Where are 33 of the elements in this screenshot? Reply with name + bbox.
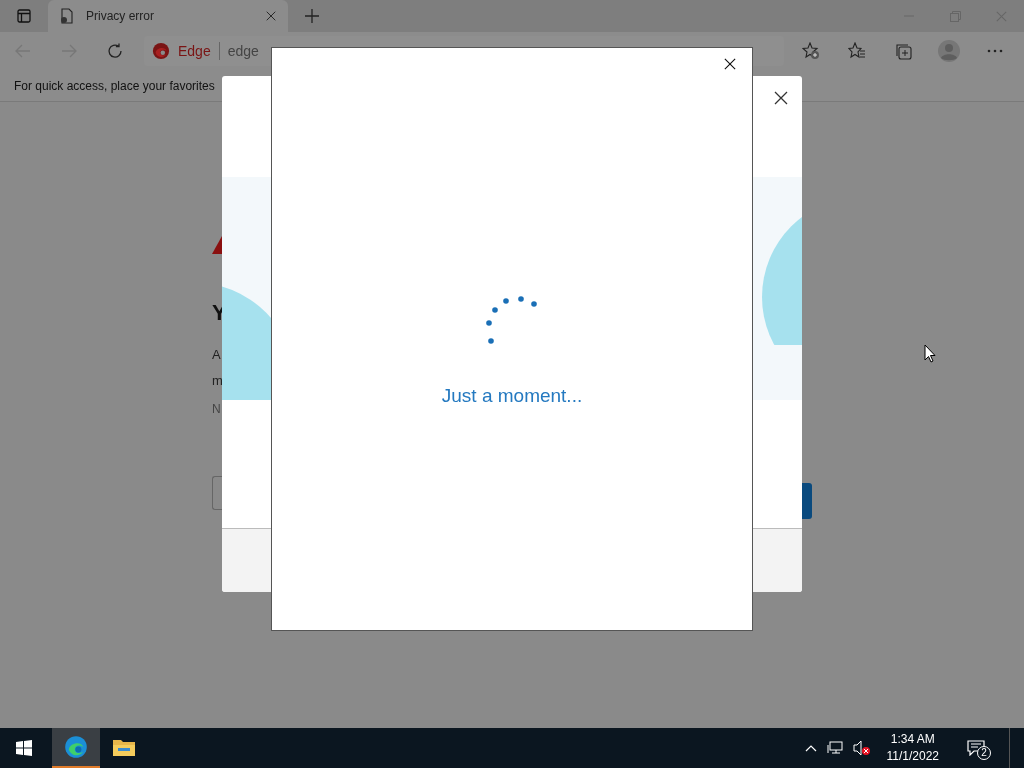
edge-logo-icon xyxy=(152,42,170,60)
address-text: edge xyxy=(227,41,259,61)
refresh-icon[interactable] xyxy=(107,43,123,59)
star-plus-icon[interactable] xyxy=(802,42,820,60)
loading-message: Just a moment... xyxy=(441,384,583,408)
tab-actions-icon[interactable] xyxy=(17,9,31,23)
tab-title: Privacy error xyxy=(86,8,155,25)
tab-close-icon[interactable] xyxy=(266,11,276,21)
clock-time: 1:34 AM xyxy=(890,731,935,748)
edge-logo-icon[interactable] xyxy=(64,735,88,759)
dialog-close-icon[interactable] xyxy=(774,91,788,105)
clock-date: 11/1/2022 xyxy=(886,748,939,765)
error-note: N xyxy=(212,401,222,418)
loading-spinner-icon xyxy=(486,296,538,344)
taskbar-app-button[interactable] xyxy=(52,728,100,768)
dialog-close-icon[interactable] xyxy=(724,58,736,70)
error-paragraph: A m xyxy=(212,346,222,390)
new-tab-icon[interactable] xyxy=(305,9,319,23)
volume-icon[interactable] xyxy=(852,740,871,756)
site-label: Edge xyxy=(178,41,211,61)
chevron-up-icon[interactable] xyxy=(804,744,817,752)
notification-icon[interactable] xyxy=(967,740,985,756)
network-icon[interactable] xyxy=(826,741,843,755)
favorites-bar-message: For quick access, place your favorites xyxy=(14,77,215,95)
mouse-cursor-icon xyxy=(924,344,936,363)
collections-icon[interactable] xyxy=(894,42,912,60)
favorites-icon[interactable] xyxy=(848,42,866,60)
browser-tab[interactable]: Privacy error xyxy=(48,0,288,32)
more-icon[interactable] xyxy=(987,49,1003,53)
document-error-icon xyxy=(60,8,74,24)
notification-count-badge: 2 xyxy=(977,746,991,760)
folder-icon xyxy=(112,737,136,757)
start-icon[interactable] xyxy=(16,740,32,756)
